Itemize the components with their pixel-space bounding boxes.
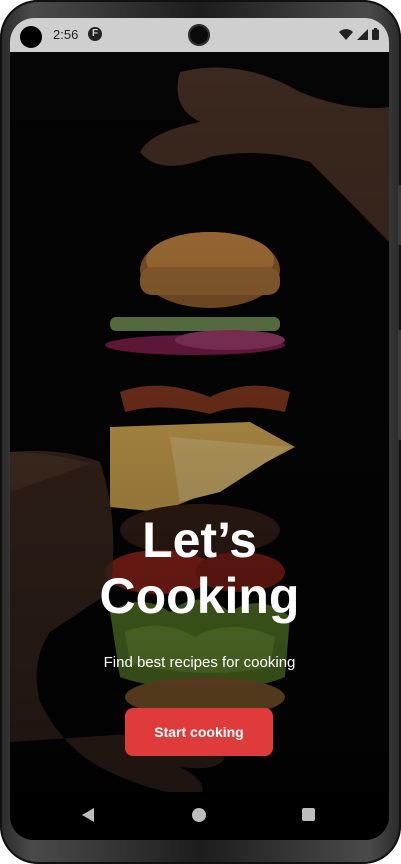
status-bar: 2:56 F [10,18,389,52]
status-time: 2:56 [53,27,79,42]
back-icon[interactable] [82,808,94,822]
home-icon[interactable] [192,808,206,822]
start-cooking-button[interactable]: Start cooking [125,708,273,756]
phone-frame: 2:56 F Let’s Cooking Find best recipes f… [0,0,401,864]
navigation-bar [10,792,389,840]
title-line-2: Cooking [99,568,300,624]
title-line-1: Let’s [142,512,257,568]
front-camera-icon [188,24,210,46]
camera-cutout-icon [20,26,42,48]
subtitle: Find best recipes for cooking [103,654,296,671]
screen: 2:56 F Let’s Cooking Find best recipes f… [10,18,389,840]
wifi-icon [339,27,353,45]
notification-badge-icon: F [88,27,102,41]
recents-icon[interactable] [302,808,315,821]
signal-icon [357,27,368,45]
battery-icon [372,27,379,45]
hero-background-image: Let’s Cooking Find best recipes for cook… [10,52,389,840]
